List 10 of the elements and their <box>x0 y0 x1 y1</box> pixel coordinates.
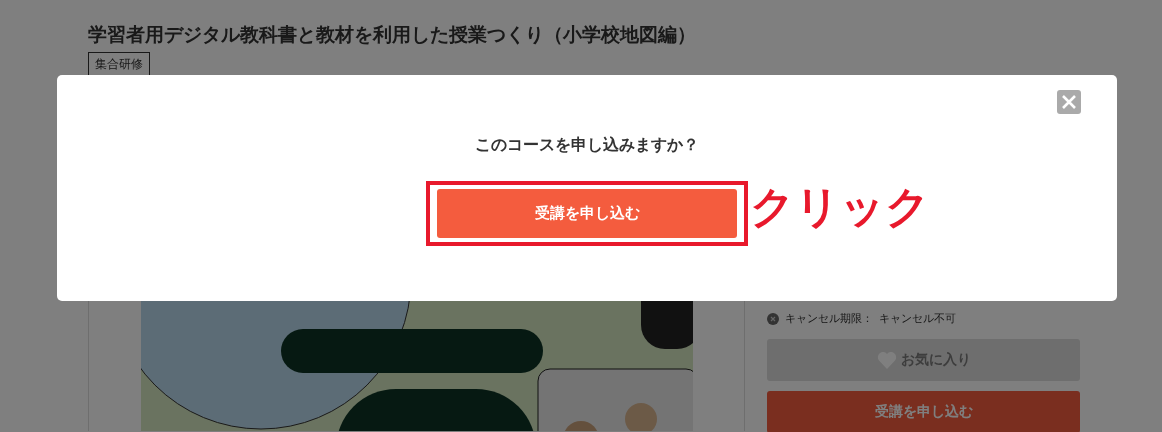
close-button[interactable] <box>1057 90 1081 114</box>
close-icon <box>1061 94 1077 110</box>
apply-button[interactable]: 受講を申し込む <box>767 390 1080 432</box>
dialog-question: このコースを申し込みますか？ <box>474 135 700 155</box>
click-annotation: クリック <box>750 180 930 234</box>
confirm-apply-button[interactable]: 受講を申し込む <box>437 189 737 238</box>
page-title: 学習者用デジタル教科書と教材を利用した授業つくり（小学校地図編） <box>88 22 697 47</box>
cancel-icon <box>767 312 779 325</box>
cancel-deadline-value: キャンセル不可 <box>879 311 956 326</box>
cancel-deadline-label: キャンセル期限： <box>785 311 873 326</box>
